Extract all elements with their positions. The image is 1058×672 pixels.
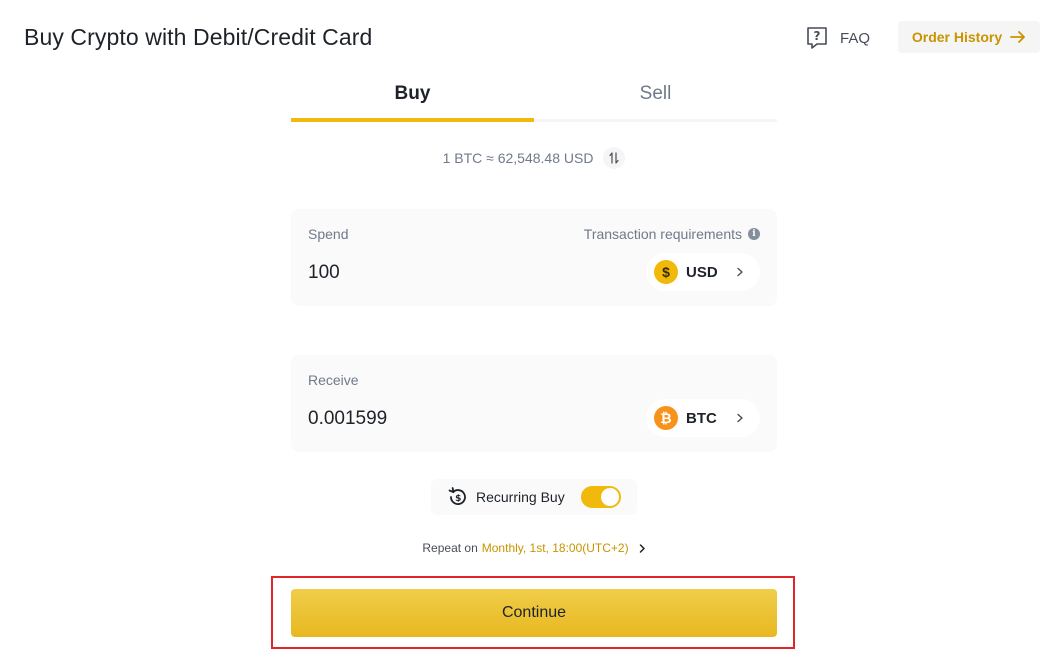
recurring-buy-row: $ Recurring Buy — [431, 479, 637, 515]
spend-currency-select[interactable]: $ USD — [646, 253, 760, 291]
recurring-buy-toggle[interactable] — [581, 486, 621, 508]
chevron-right-icon — [737, 413, 743, 423]
btc-coin-icon: ₿ — [654, 406, 678, 430]
arrow-right-icon — [1010, 31, 1026, 43]
chevron-right-icon — [737, 267, 743, 277]
continue-button[interactable]: Continue — [291, 589, 777, 637]
exchange-rate: 1 BTC ≈ 62,548.48 USD — [291, 146, 777, 170]
buy-sell-tabs: Buy Sell — [291, 80, 777, 122]
requirements-label: Transaction requirements — [583, 226, 742, 242]
faq-icon: ? — [807, 27, 827, 49]
spend-currency-code: USD — [686, 263, 718, 281]
info-icon: i — [748, 228, 760, 240]
svg-text:?: ? — [814, 29, 821, 43]
transaction-requirements[interactable]: Transaction requirements i — [584, 226, 760, 242]
buy-crypto-page: Buy Crypto with Debit/Credit Card ? FAQ … — [0, 0, 1058, 672]
toggle-knob — [601, 488, 619, 506]
recurring-clock-icon: $ — [448, 487, 466, 505]
tab-sell[interactable]: Sell — [534, 80, 777, 119]
spend-label: Spend — [308, 226, 349, 242]
order-history-button[interactable]: Order History — [898, 21, 1040, 53]
chevron-right-icon[interactable] — [639, 543, 646, 553]
spend-card: Spend Transaction requirements i $ USD — [291, 209, 777, 306]
receive-amount-input[interactable] — [308, 408, 608, 430]
svg-text:$: $ — [455, 494, 461, 504]
faq-link[interactable]: ? FAQ — [806, 24, 870, 52]
repeat-schedule: Repeat on Monthly, 1st, 18:00(UTC+2) — [291, 538, 777, 558]
recurring-buy-label: Recurring Buy — [476, 489, 565, 505]
tab-buy[interactable]: Buy — [291, 80, 534, 122]
spend-amount-input[interactable] — [308, 262, 608, 284]
receive-card: Receive ₿ BTC — [291, 355, 777, 452]
receive-currency-select[interactable]: ₿ BTC — [646, 399, 760, 437]
order-history-label: Order History — [911, 29, 1003, 45]
repeat-label: Repeat on — [422, 541, 478, 555]
receive-label: Receive — [308, 372, 359, 388]
receive-currency-code: BTC — [686, 409, 717, 427]
usd-coin-icon: $ — [654, 260, 678, 284]
page-title: Buy Crypto with Debit/Credit Card — [24, 24, 373, 50]
faq-label: FAQ — [840, 29, 871, 47]
swap-icon — [609, 152, 620, 164]
swap-rate-button[interactable] — [603, 147, 626, 169]
rate-text: 1 BTC ≈ 62,548.48 USD — [442, 150, 594, 166]
repeat-schedule-link[interactable]: Monthly, 1st, 18:00(UTC+2) — [482, 541, 629, 555]
